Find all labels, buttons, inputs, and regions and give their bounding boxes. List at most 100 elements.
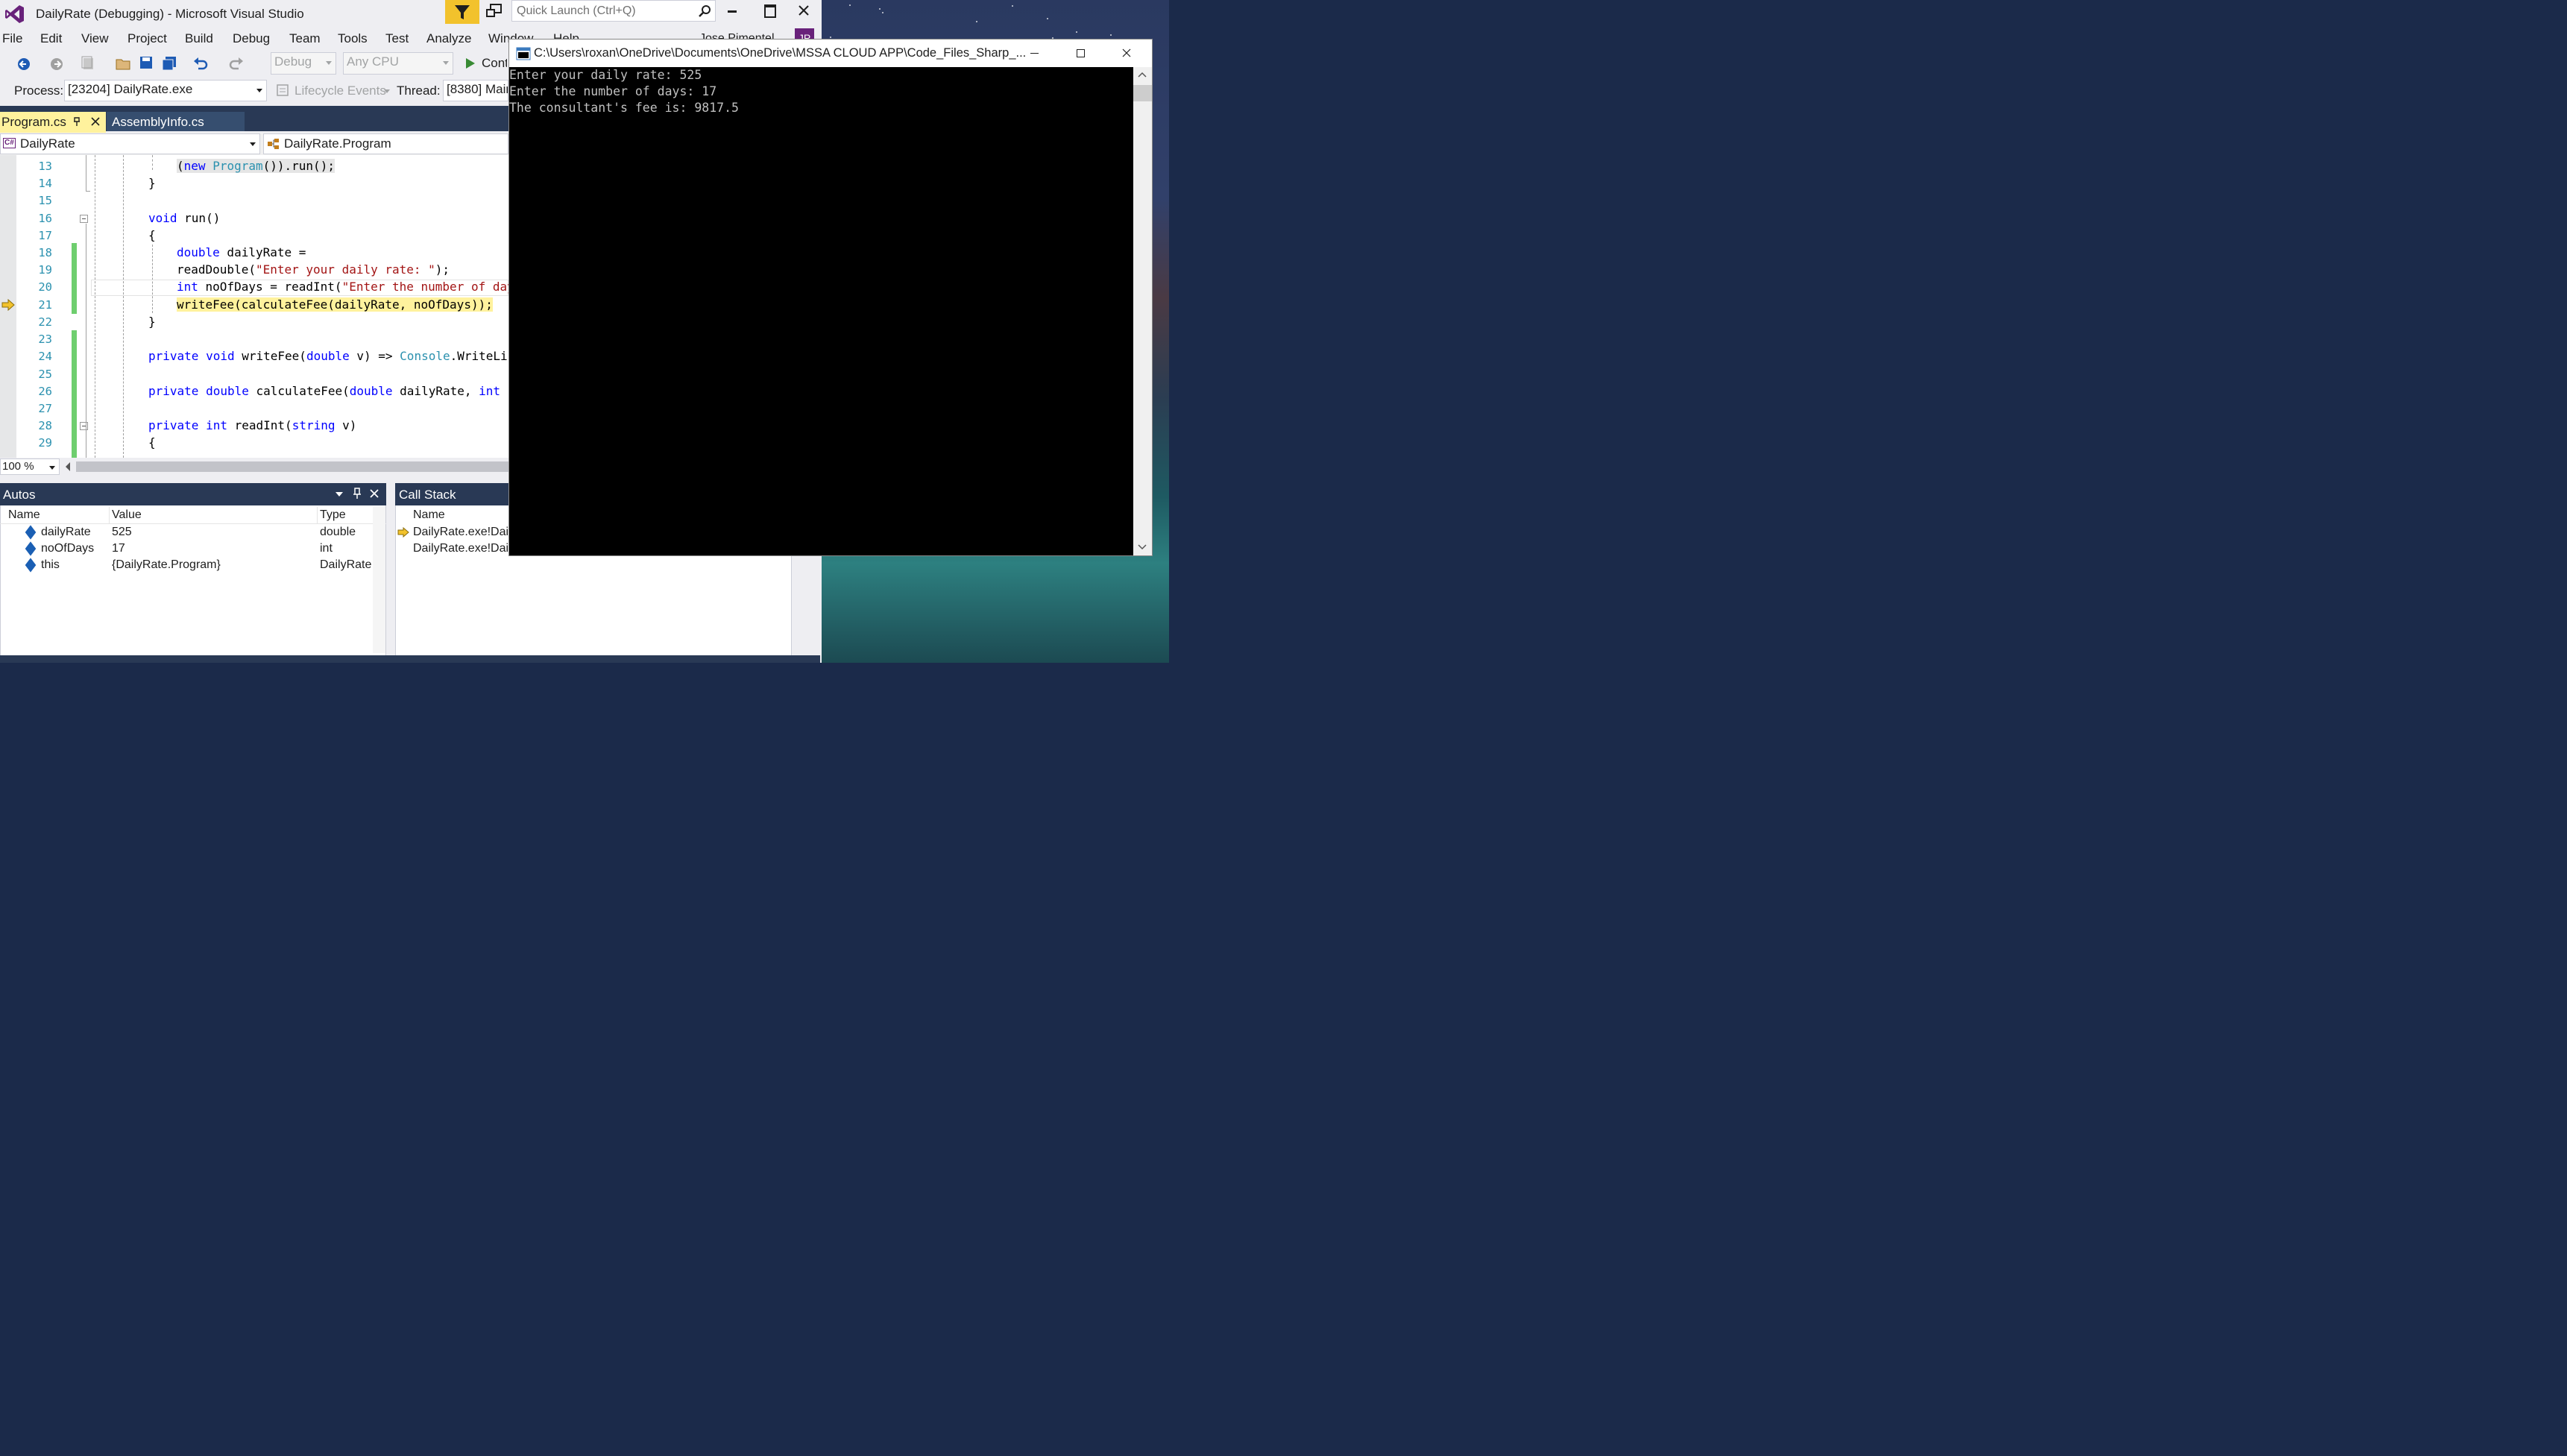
open-file-icon[interactable] bbox=[115, 55, 133, 72]
star-decoration bbox=[1076, 31, 1077, 33]
scroll-left-icon[interactable] bbox=[66, 462, 70, 471]
autos-row[interactable]: noOfDays 17 int bbox=[0, 541, 373, 558]
tab-assemblyinfo-cs[interactable]: AssemblyInfo.cs bbox=[107, 112, 245, 131]
star-decoration bbox=[882, 12, 884, 13]
scroll-up-icon[interactable] bbox=[1138, 72, 1147, 78]
process-select[interactable]: [23204] DailyRate.exe bbox=[64, 80, 267, 101]
console-title: C:\Users\roxan\OneDrive\Documents\OneDri… bbox=[534, 46, 1027, 60]
call-stack-row[interactable]: DailyRate.exe!DailyRate.Program.run() bbox=[395, 525, 508, 541]
code-line-24: private void writeFee(double v) => Conso… bbox=[148, 349, 508, 363]
collapse-region-icon[interactable] bbox=[80, 215, 88, 223]
chevron-down-icon bbox=[256, 89, 262, 92]
save-all-icon[interactable] bbox=[161, 55, 177, 72]
code-line-29: { bbox=[148, 435, 156, 450]
project-nav-select[interactable]: C# DailyRate bbox=[0, 133, 260, 154]
line-number: 17 bbox=[38, 229, 52, 242]
scroll-down-icon[interactable] bbox=[1138, 544, 1147, 550]
star-decoration bbox=[1047, 18, 1048, 19]
notifications-filter-button[interactable] bbox=[445, 0, 479, 24]
close-icon[interactable] bbox=[798, 4, 810, 16]
indent-guide bbox=[152, 245, 153, 313]
navigate-back-icon[interactable] bbox=[16, 57, 31, 72]
lifecycle-events-dropdown[interactable]: Lifecycle Events bbox=[295, 83, 386, 98]
undo-icon[interactable] bbox=[192, 55, 209, 72]
tab-program-cs[interactable]: Program.cs bbox=[0, 112, 106, 133]
console-minimize-icon[interactable] bbox=[1030, 53, 1039, 54]
maximize-icon[interactable] bbox=[764, 4, 776, 18]
star-decoration bbox=[849, 4, 851, 6]
autos-row-type: DailyRate bbox=[320, 558, 372, 571]
line-number: 19 bbox=[38, 263, 52, 277]
line-number: 24 bbox=[38, 350, 52, 363]
redo-icon[interactable] bbox=[228, 55, 245, 72]
menu-file[interactable]: File bbox=[2, 31, 22, 46]
call-stack-row[interactable]: DailyRate.exe!DailyRate.Program.Main(str… bbox=[395, 541, 508, 558]
collapse-region-icon[interactable] bbox=[80, 422, 88, 430]
autos-col-type[interactable]: Type bbox=[320, 508, 346, 522]
line-number: 13 bbox=[38, 160, 52, 173]
change-tracking-bar bbox=[72, 330, 77, 458]
menu-view[interactable]: View bbox=[81, 31, 109, 46]
menu-edit[interactable]: Edit bbox=[40, 31, 62, 46]
console-scrollbar-thumb[interactable] bbox=[1133, 85, 1152, 101]
navigate-forward-icon[interactable] bbox=[49, 57, 64, 72]
close-tab-icon[interactable] bbox=[90, 116, 101, 127]
autos-vertical-scrollbar[interactable] bbox=[373, 507, 385, 653]
menu-test[interactable]: Test bbox=[385, 31, 409, 46]
class-icon bbox=[268, 139, 279, 149]
variable-icon bbox=[25, 558, 37, 573]
save-icon[interactable] bbox=[139, 55, 154, 70]
chevron-down-icon bbox=[49, 466, 55, 470]
autos-col-value[interactable]: Value bbox=[112, 508, 142, 522]
menu-build[interactable]: Build bbox=[185, 31, 213, 46]
autos-row-value: 525 bbox=[112, 526, 132, 538]
minimize-icon[interactable] bbox=[728, 10, 737, 13]
menu-debug[interactable]: Debug bbox=[233, 31, 270, 46]
line-number: 18 bbox=[38, 246, 52, 259]
thread-select[interactable]: [8380] Main Thread bbox=[443, 80, 508, 101]
menu-analyze[interactable]: Analyze bbox=[426, 31, 471, 46]
window-position-dropdown-icon[interactable] bbox=[336, 492, 343, 497]
feedback-button[interactable] bbox=[485, 2, 504, 22]
code-line-19: readDouble("Enter your daily rate: "); bbox=[177, 262, 450, 277]
line-number: 27 bbox=[38, 402, 52, 415]
close-panel-icon[interactable] bbox=[369, 488, 379, 499]
autos-col-name[interactable]: Name bbox=[8, 508, 40, 522]
autos-row-type: double bbox=[320, 526, 356, 538]
call-stack-col-name[interactable]: Name bbox=[413, 508, 445, 522]
thread-label: Thread: bbox=[397, 83, 441, 98]
pin-icon[interactable] bbox=[72, 116, 82, 127]
solution-platform-select[interactable]: Any CPU bbox=[343, 52, 453, 75]
thread-value: [8380] Main Thread bbox=[447, 82, 508, 96]
line-number: 16 bbox=[38, 212, 52, 225]
chevron-down-icon bbox=[384, 89, 390, 93]
solution-configuration-select[interactable]: Debug bbox=[271, 52, 336, 75]
autos-title: Autos bbox=[3, 488, 36, 502]
quick-launch-input[interactable]: Quick Launch (Ctrl+Q) bbox=[511, 0, 716, 22]
console-close-icon[interactable] bbox=[1122, 48, 1131, 57]
code-line-21-current-statement: writeFee(calculateFee(dailyRate, noOfDay… bbox=[177, 297, 493, 312]
menu-team[interactable]: Team bbox=[289, 31, 321, 46]
console-output-line: Enter your daily rate: 525 bbox=[509, 68, 702, 82]
pin-icon[interactable] bbox=[352, 488, 362, 499]
horizontal-scrollbar-thumb[interactable] bbox=[76, 461, 508, 472]
autos-row[interactable]: dailyRate 525 double bbox=[0, 525, 373, 541]
change-tracking-bar bbox=[72, 243, 77, 314]
console-vertical-scrollbar[interactable] bbox=[1133, 67, 1152, 555]
continue-button[interactable]: Continue bbox=[462, 55, 507, 73]
autos-column-header: Name Value Type bbox=[0, 507, 386, 524]
search-icon bbox=[699, 5, 711, 17]
console-maximize-icon[interactable] bbox=[1077, 49, 1085, 57]
autos-row-value: 17 bbox=[112, 542, 125, 555]
code-editor[interactable]: 13 14 15 16 17 18 19 20 21 22 23 24 25 2… bbox=[0, 155, 508, 458]
configuration-value: Debug bbox=[274, 54, 312, 69]
new-project-icon[interactable] bbox=[81, 55, 97, 72]
process-label: Process: bbox=[14, 83, 64, 98]
zoom-select[interactable]: 100 % bbox=[0, 458, 60, 475]
menu-project[interactable]: Project bbox=[127, 31, 167, 46]
autos-row[interactable]: this {DailyRate.Program} DailyRate bbox=[0, 558, 373, 574]
code-line-16: void run() bbox=[148, 211, 221, 225]
class-nav-select[interactable]: DailyRate.Program bbox=[263, 133, 508, 154]
quick-launch-placeholder: Quick Launch (Ctrl+Q) bbox=[517, 4, 636, 17]
menu-tools[interactable]: Tools bbox=[338, 31, 368, 46]
